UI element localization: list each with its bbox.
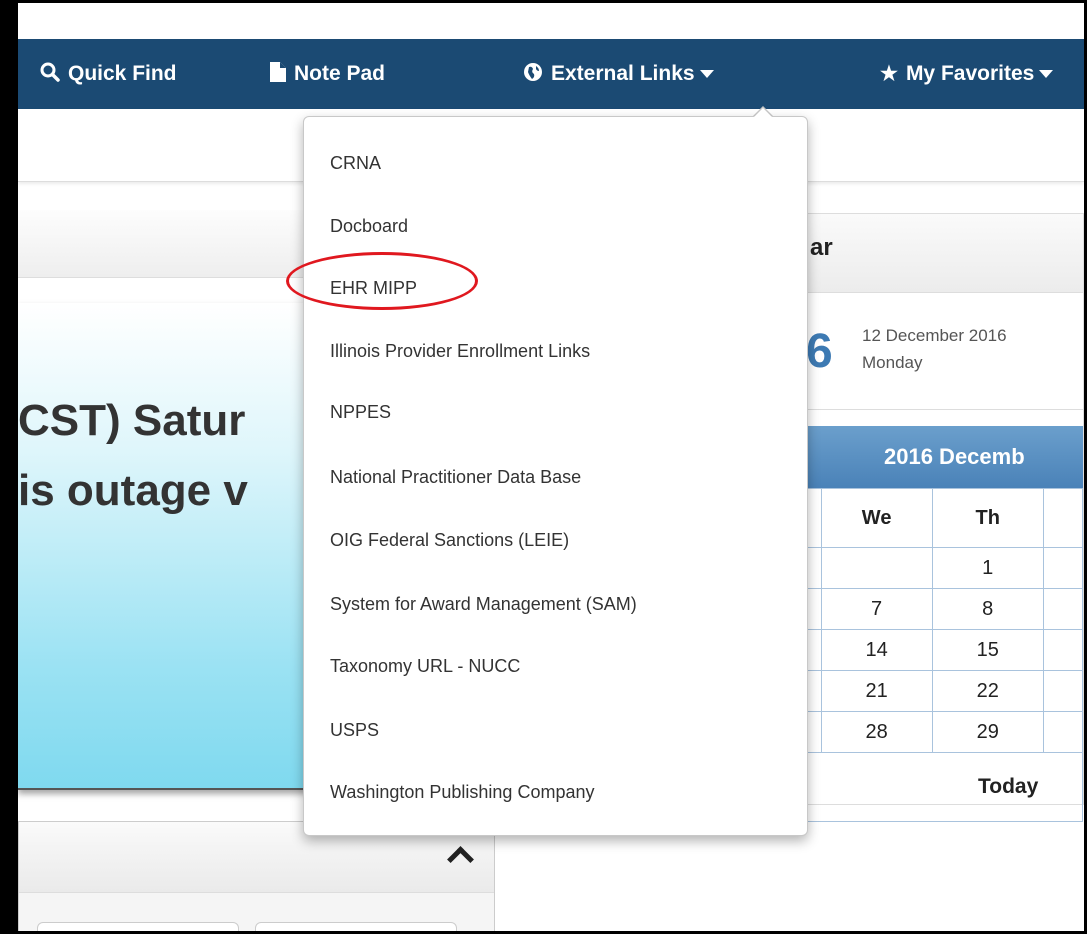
dropdown-item-npdb[interactable]: National Practitioner Data Base [330,467,581,488]
alert-line-1: CST) Satur [18,396,246,445]
nav-external-links[interactable]: External Links [523,39,714,109]
left-panel-secondary [18,821,495,931]
left-edge [3,3,18,931]
calendar-day-cell[interactable] [1042,670,1084,712]
calendar-day-header: We [820,488,933,548]
calendar-day-cell[interactable] [1042,588,1084,630]
panel-tab-2[interactable] [255,922,457,931]
calendar-day-cell[interactable]: 7 [820,588,933,630]
calendar-day-cell[interactable]: 29 [931,711,1044,753]
globe-icon [523,62,543,86]
calendar-date-info: 12 December 2016 Monday [862,322,1007,376]
nav-note-pad-label: Note Pad [294,62,386,85]
dropdown-item-taxonomy-nucc[interactable]: Taxonomy URL - NUCC [330,656,520,677]
nav-note-pad[interactable]: Note Pad [270,39,385,109]
calendar-month-label: 2016 Decemb [884,444,1025,469]
calendar-day-header [1042,488,1084,548]
dropdown-item-usps[interactable]: USPS [330,720,379,741]
top-navbar: Quick Find Note Pad External Links ★ My … [18,39,1084,109]
chevron-down-icon [699,70,714,78]
dropdown-item-illinois-provider-enrollment[interactable]: Illinois Provider Enrollment Links [330,341,590,362]
calendar-day-cell[interactable]: 1 [931,547,1044,589]
alert-line-2: is outage v [18,466,248,515]
dropdown-item-docboard[interactable]: Docboard [330,216,408,237]
calendar-day-cell[interactable]: 22 [931,670,1044,712]
dropdown-item-oig-leie[interactable]: OIG Federal Sanctions (LEIE) [330,530,569,551]
nav-quick-find[interactable]: Quick Find [40,39,177,109]
dropdown-item-crna[interactable]: CRNA [330,153,381,174]
panel-tab-1[interactable] [37,922,239,931]
calendar-day-cell[interactable] [820,547,933,589]
calendar-day-header: Th [931,488,1044,548]
dropdown-item-nppes[interactable]: NPPES [330,402,391,423]
calendar-day-cell[interactable]: 8 [931,588,1044,630]
calendar-day-cell[interactable]: 14 [820,629,933,671]
calendar-day-cell[interactable]: 21 [820,670,933,712]
calendar-weekday-text: Monday [862,353,923,372]
document-icon [270,62,286,86]
calendar-big-day: 6 [806,325,833,378]
search-icon [40,62,60,86]
nav-external-links-label: External Links [551,62,695,85]
calendar-date-text: 12 December 2016 [862,326,1007,345]
calendar-day-cell[interactable]: 15 [931,629,1044,671]
chevron-up-icon[interactable] [447,846,474,873]
chevron-down-icon [1039,70,1054,78]
nav-my-favorites[interactable]: ★ My Favorites [880,39,1054,109]
dropdown-item-wpc[interactable]: Washington Publishing Company [330,782,594,803]
calendar-day-cell[interactable] [1042,629,1084,671]
nav-my-favorites-label: My Favorites [905,62,1035,85]
calendar-title: ar [810,234,833,261]
calendar-day-cell[interactable]: 28 [820,711,933,753]
external-links-dropdown: CRNA Docboard EHR MIPP Illinois Provider… [303,116,808,836]
star-icon: ★ [880,63,898,85]
screenshot-frame: Quick Find Note Pad External Links ★ My … [0,0,1087,934]
dropdown-pointer-inner [753,108,773,118]
calendar-day-cell[interactable] [1042,711,1084,753]
dropdown-item-sam[interactable]: System for Award Management (SAM) [330,594,637,615]
highlight-ring-annotation [286,252,478,310]
calendar-day-cell[interactable] [1042,547,1084,589]
nav-quick-find-label: Quick Find [68,62,177,85]
